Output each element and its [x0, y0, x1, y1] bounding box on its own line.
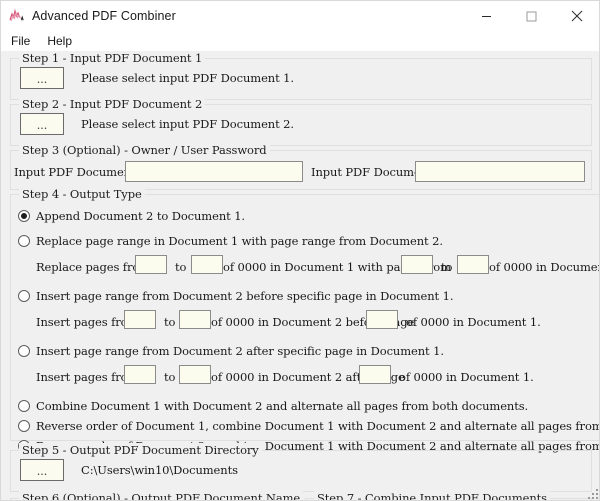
step4-option-replace[interactable]: Replace page range in Document 1 with pa… — [18, 234, 443, 248]
radio-combine-alternate-label: Combine Document 1 with Document 2 and a… — [36, 399, 529, 413]
replace-from-doc1-input[interactable] — [135, 255, 167, 274]
insert-before-text-2: to — [164, 315, 176, 329]
step2-status-text: Please select input PDF Document 2. — [81, 117, 294, 131]
step1-group: Step 1 - Input PDF Document 1 ... Please… — [10, 51, 592, 100]
insert-before-page-input[interactable] — [366, 310, 398, 329]
radio-insert-before-label: Insert page range from Document 2 before… — [36, 289, 454, 303]
step4-legend: Step 4 - Output Type — [19, 187, 145, 201]
replace-from-doc2-input[interactable] — [401, 255, 433, 274]
radio-reverse-doc1[interactable] — [18, 420, 30, 432]
resize-grip[interactable] — [588, 489, 599, 500]
insert-after-to-input[interactable] — [179, 365, 211, 384]
step5-output-path: C:\Users\win10\Documents — [81, 463, 238, 477]
close-button[interactable] — [554, 1, 599, 31]
step4-option-append[interactable]: Append Document 2 to Document 1. — [18, 209, 245, 223]
menu-item-file[interactable]: File — [10, 33, 39, 50]
step1-status-text: Please select input PDF Document 1. — [81, 71, 294, 85]
radio-insert-before[interactable] — [18, 290, 30, 302]
app-window: Advanced PDF Combiner File Help Step 1 -… — [0, 0, 600, 501]
radio-replace[interactable] — [18, 235, 30, 247]
step4-option-reverse-doc1[interactable]: Reverse order of Document 1, combine Doc… — [18, 419, 600, 433]
replace-row-text-2: to — [175, 260, 187, 274]
insert-after-text-4: of 0000 in Document 1. — [399, 370, 534, 384]
step3-group: Step 3 (Optional) - Owner / User Passwor… — [10, 143, 592, 190]
step5-group: Step 5 - Output PDF Document Directory .… — [10, 443, 592, 492]
minimize-button[interactable] — [464, 1, 509, 31]
replace-to-doc1-input[interactable] — [191, 255, 223, 274]
step4-option-insert-after[interactable]: Insert page range from Document 2 after … — [18, 344, 444, 358]
insert-before-to-input[interactable] — [179, 310, 211, 329]
radio-combine-alternate[interactable] — [18, 400, 30, 412]
step6-legend: Step 6 (Optional) - Output PDF Document … — [19, 491, 304, 500]
client-area: Step 1 - Input PDF Document 1 ... Please… — [1, 51, 600, 500]
radio-insert-after[interactable] — [18, 345, 30, 357]
step2-legend: Step 2 - Input PDF Document 2 — [19, 97, 206, 111]
insert-before-text-1: Insert pages from — [36, 315, 139, 329]
step3-legend: Step 3 (Optional) - Owner / User Passwor… — [19, 143, 270, 157]
step5-browse-button[interactable]: ... — [20, 459, 64, 481]
insert-after-text-2: to — [164, 370, 176, 384]
radio-append[interactable] — [18, 210, 30, 222]
step2-browse-button[interactable]: ... — [20, 113, 64, 135]
radio-append-label: Append Document 2 to Document 1. — [36, 209, 245, 223]
insert-before-text-4: of 0000 in Document 1. — [406, 315, 541, 329]
step4-option-insert-before[interactable]: Insert page range from Document 2 before… — [18, 289, 454, 303]
replace-row-text-1: Replace pages from — [36, 260, 150, 274]
step4-option-combine-alternate[interactable]: Combine Document 1 with Document 2 and a… — [18, 399, 528, 413]
step3-password-doc1-input[interactable] — [125, 161, 303, 182]
replace-to-doc2-input[interactable] — [457, 255, 489, 274]
window-title: Advanced PDF Combiner — [32, 9, 176, 23]
menu-item-help[interactable]: Help — [46, 33, 81, 50]
step1-browse-button[interactable]: ... — [20, 67, 64, 89]
insert-after-page-input[interactable] — [359, 365, 391, 384]
insert-before-from-input[interactable] — [124, 310, 156, 329]
step1-legend: Step 1 - Input PDF Document 1 — [19, 51, 206, 65]
step7-legend: Step 7 - Combine Input PDF Documents — [314, 491, 550, 500]
close-icon — [571, 10, 582, 22]
radio-insert-after-label: Insert page range from Document 2 after … — [36, 344, 444, 358]
replace-row-text-4: to — [441, 260, 453, 274]
maximize-button[interactable] — [509, 1, 554, 31]
maximize-icon — [526, 11, 537, 21]
step4-group: Step 4 - Output Type Append Document 2 t… — [10, 187, 600, 453]
step2-group: Step 2 - Input PDF Document 2 ... Please… — [10, 97, 592, 146]
caption-button-group — [464, 1, 599, 31]
step5-legend: Step 5 - Output PDF Document Directory — [19, 443, 262, 457]
radio-replace-label: Replace page range in Document 1 with pa… — [36, 234, 443, 248]
title-bar: Advanced PDF Combiner — [1, 1, 599, 31]
chart-zigzag-icon — [9, 8, 25, 24]
step3-password-doc2-input[interactable] — [415, 161, 585, 182]
insert-after-from-input[interactable] — [124, 365, 156, 384]
insert-after-text-1: Insert pages from — [36, 370, 139, 384]
radio-reverse-doc1-label: Reverse order of Document 1, combine Doc… — [36, 419, 600, 433]
minimize-icon — [482, 15, 491, 17]
replace-row-text-5: of 0000 in Document 2. — [489, 260, 599, 274]
menu-bar: File Help — [1, 31, 599, 51]
